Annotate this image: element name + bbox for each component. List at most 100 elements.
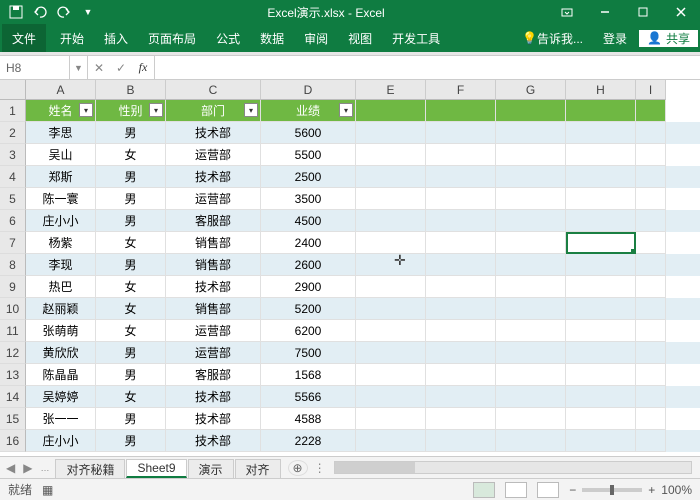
cell[interactable]: 李现 — [26, 254, 96, 276]
cell[interactable] — [566, 276, 636, 298]
cell[interactable]: 业绩▾ — [261, 100, 356, 122]
cell[interactable] — [356, 122, 426, 144]
cell[interactable] — [426, 232, 496, 254]
maximize-button[interactable] — [624, 0, 662, 24]
cell[interactable] — [426, 188, 496, 210]
zoom-slider[interactable] — [582, 488, 642, 492]
cell[interactable] — [356, 254, 426, 276]
cell[interactable] — [496, 122, 566, 144]
cell[interactable]: 女 — [96, 232, 166, 254]
cell[interactable]: 吴婷婷 — [26, 386, 96, 408]
cell[interactable] — [426, 386, 496, 408]
cell[interactable]: 男 — [96, 364, 166, 386]
cell[interactable] — [566, 166, 636, 188]
cell[interactable] — [356, 100, 426, 122]
view-normal-button[interactable] — [473, 482, 495, 498]
cell[interactable] — [496, 276, 566, 298]
cell[interactable] — [566, 298, 636, 320]
cell[interactable]: 男 — [96, 166, 166, 188]
cell[interactable]: 运营部 — [166, 342, 261, 364]
tab-nav-next-icon[interactable]: ▶ — [23, 461, 32, 475]
row-header-15[interactable]: 15 — [0, 408, 26, 430]
select-all-corner[interactable] — [0, 80, 26, 100]
horizontal-scrollbar[interactable] — [334, 461, 692, 474]
cell[interactable] — [426, 430, 496, 452]
zoom-level[interactable]: 100% — [661, 483, 692, 497]
row-header-7[interactable]: 7 — [0, 232, 26, 254]
cell[interactable] — [566, 430, 636, 452]
cell-grid[interactable]: 姓名▾性别▾部门▾业绩▾李思男技术部5600吴山女运营部5500郑斯男技术部25… — [26, 100, 700, 456]
cell[interactable] — [356, 166, 426, 188]
cell[interactable] — [636, 364, 666, 386]
cell[interactable]: 男 — [96, 342, 166, 364]
cell[interactable]: 5600 — [261, 122, 356, 144]
cell[interactable]: 技术部 — [166, 430, 261, 452]
cell[interactable]: 女 — [96, 386, 166, 408]
cell[interactable] — [496, 298, 566, 320]
cell[interactable] — [426, 320, 496, 342]
cell[interactable]: 热巴 — [26, 276, 96, 298]
undo-icon[interactable] — [30, 2, 50, 22]
cell[interactable] — [636, 188, 666, 210]
cell[interactable]: 5200 — [261, 298, 356, 320]
cell[interactable]: 3500 — [261, 188, 356, 210]
cell[interactable]: 女 — [96, 144, 166, 166]
cell[interactable]: 男 — [96, 188, 166, 210]
cell[interactable]: 运营部 — [166, 320, 261, 342]
col-header-F[interactable]: F — [426, 80, 496, 100]
sheet-tab[interactable]: Sheet9 — [126, 459, 186, 478]
cell[interactable] — [356, 386, 426, 408]
name-box-dropdown[interactable]: ▼ — [70, 56, 88, 79]
row-header-16[interactable]: 16 — [0, 430, 26, 452]
cell[interactable]: 5566 — [261, 386, 356, 408]
cell[interactable] — [426, 210, 496, 232]
cell[interactable] — [566, 364, 636, 386]
cell[interactable]: 2900 — [261, 276, 356, 298]
tab-layout[interactable]: 页面布局 — [138, 24, 206, 52]
tab-view[interactable]: 视图 — [338, 24, 382, 52]
cell[interactable] — [636, 320, 666, 342]
cell[interactable] — [636, 166, 666, 188]
tab-review[interactable]: 审阅 — [294, 24, 338, 52]
cell[interactable]: 技术部 — [166, 386, 261, 408]
cell[interactable]: 男 — [96, 122, 166, 144]
cell[interactable]: 2228 — [261, 430, 356, 452]
cell[interactable]: 技术部 — [166, 408, 261, 430]
cell[interactable]: 庄小小 — [26, 430, 96, 452]
cell[interactable] — [636, 408, 666, 430]
zoom-in-button[interactable]: + — [648, 483, 655, 497]
filter-icon[interactable]: ▾ — [244, 103, 258, 117]
tab-insert[interactable]: 插入 — [94, 24, 138, 52]
cell[interactable] — [566, 122, 636, 144]
row-header-2[interactable]: 2 — [0, 122, 26, 144]
redo-icon[interactable] — [54, 2, 74, 22]
cell[interactable]: 客服部 — [166, 364, 261, 386]
cell[interactable]: 部门▾ — [166, 100, 261, 122]
cell[interactable] — [496, 320, 566, 342]
cell[interactable] — [636, 298, 666, 320]
cell[interactable]: 姓名▾ — [26, 100, 96, 122]
cell[interactable]: 2400 — [261, 232, 356, 254]
cell[interactable]: 杨紫 — [26, 232, 96, 254]
cell[interactable] — [566, 144, 636, 166]
cell[interactable] — [426, 100, 496, 122]
cell[interactable] — [636, 430, 666, 452]
cell[interactable] — [356, 342, 426, 364]
cell[interactable]: 4500 — [261, 210, 356, 232]
col-header-D[interactable]: D — [261, 80, 356, 100]
cell[interactable]: 技术部 — [166, 276, 261, 298]
cell[interactable] — [356, 144, 426, 166]
tab-nav-prev-icon[interactable]: ◀ — [6, 461, 15, 475]
sheet-tab[interactable]: 演示 — [188, 459, 234, 478]
cell[interactable]: 李思 — [26, 122, 96, 144]
sheet-tab[interactable]: 对齐秘籍 — [55, 459, 125, 478]
tab-nav-more-icon[interactable]: … — [40, 463, 49, 473]
cell[interactable] — [356, 298, 426, 320]
cell[interactable] — [356, 430, 426, 452]
cell[interactable]: 陈一寰 — [26, 188, 96, 210]
add-sheet-button[interactable]: ⊕ — [288, 460, 308, 476]
cell[interactable]: 6200 — [261, 320, 356, 342]
fx-icon[interactable]: fx — [132, 60, 154, 75]
cell[interactable] — [566, 342, 636, 364]
row-header-6[interactable]: 6 — [0, 210, 26, 232]
